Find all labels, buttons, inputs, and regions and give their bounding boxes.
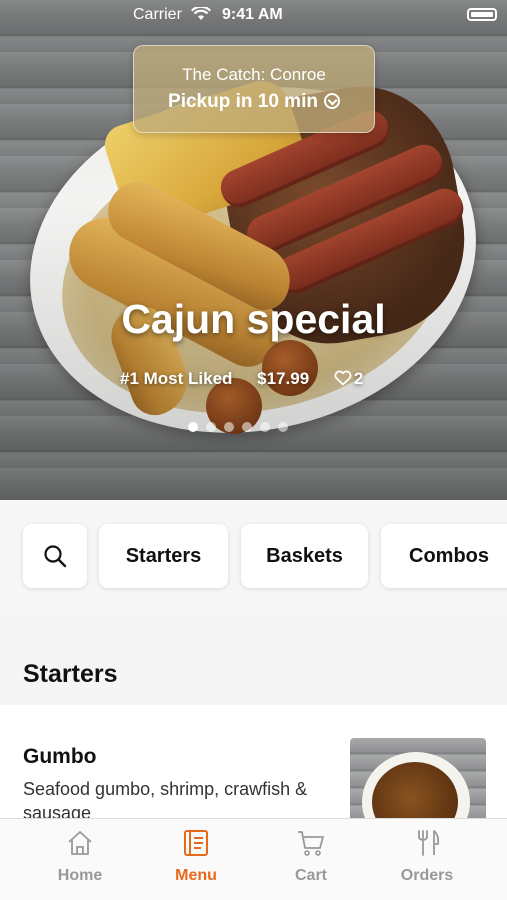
carousel-dot[interactable] [224,422,234,432]
carousel-dot[interactable] [206,422,216,432]
tab-cart-label: Cart [294,867,327,884]
tab-orders-label: Orders [400,867,454,884]
tab-cart[interactable]: Cart [256,829,366,885]
tab-orders[interactable]: Orders [372,829,482,885]
sausage-image [270,182,470,300]
carousel-dot[interactable] [188,422,198,432]
cart-icon [298,831,324,856]
category-bar: Starters Baskets Combos [0,500,507,610]
menu-icon [184,830,208,856]
battery-icon [467,8,497,21]
wifi-icon [191,7,211,20]
carousel-dots [188,422,288,432]
pickup-eta-row: Pickup in 10 min [134,91,374,113]
section-title: Starters [23,660,118,688]
tab-home[interactable]: Home [25,829,135,885]
category-starters[interactable]: Starters [99,524,228,588]
category-baskets[interactable]: Baskets [241,524,368,588]
fried-fish-image [56,205,294,377]
search-button[interactable] [23,524,87,588]
status-bar: Carrier 9:41 AM [0,0,507,30]
home-icon [68,831,92,855]
hero-likes: 2 [353,369,364,388]
hero-carousel[interactable]: Carrier 9:41 AM The Catch: Conroe Pickup… [0,0,507,500]
carousel-dot[interactable] [242,422,252,432]
menu-item-card[interactable]: Gumbo Seafood gumbo, shrimp, crawfish & … [0,705,507,828]
tab-bar: Home Menu Cart Orders [0,818,507,900]
search-icon [44,545,67,568]
pickup-location: The Catch: Conroe [182,65,326,84]
tab-menu[interactable]: Menu [141,829,251,885]
carousel-dot[interactable] [260,422,270,432]
pickup-selector[interactable]: The Catch: Conroe Pickup in 10 min [133,45,375,133]
fork-knife-icon [418,830,440,856]
rice-image [36,102,474,448]
chevron-down-icon [323,93,340,109]
menu-item-name: Gumbo [23,745,97,768]
carrier-label: Carrier [133,6,182,23]
menu-item-image [350,738,486,828]
heart-icon[interactable] [334,370,352,386]
hero-title: Cajun special [121,296,386,342]
carousel-dot[interactable] [278,422,288,432]
category-combos[interactable]: Combos [381,524,507,588]
tab-home-label: Home [57,867,103,884]
sausage-image [241,138,449,260]
pickup-eta: Pickup in 10 min [168,91,318,112]
hero-badge: #1 Most Liked [120,369,233,388]
tab-menu-label: Menu [175,867,217,884]
clock: 9:41 AM [222,6,283,23]
hero-price: $17.99 [257,369,310,388]
hero-meta: #1 Most Liked $17.99 2 [120,369,383,389]
